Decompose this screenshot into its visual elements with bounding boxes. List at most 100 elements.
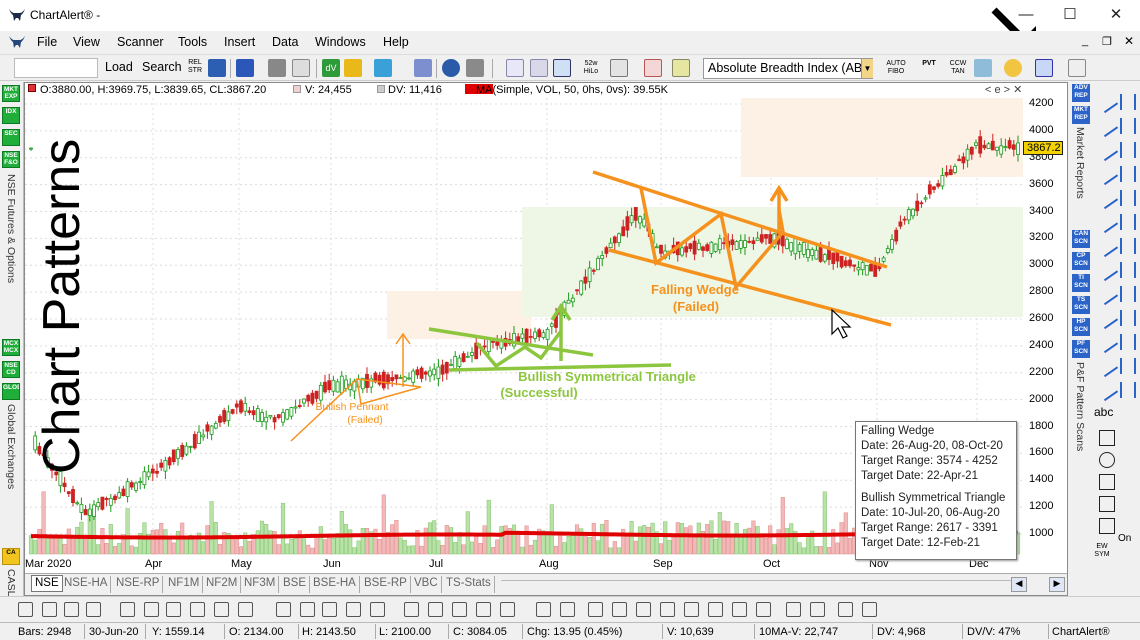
menu-windows[interactable]: Windows xyxy=(315,35,366,49)
dv-icon[interactable]: dV xyxy=(322,59,340,77)
bottom-tool-icon[interactable] xyxy=(166,602,181,617)
bottom-tool-icon[interactable] xyxy=(322,602,337,617)
bottom-tool-icon[interactable] xyxy=(120,602,135,617)
menu-scanner[interactable]: Scanner xyxy=(117,35,164,49)
ca-button[interactable]: CA xyxy=(2,548,20,565)
tab-nse[interactable]: NSE xyxy=(31,575,63,592)
menu-view[interactable]: View xyxy=(73,35,100,49)
shape-tool-icon[interactable] xyxy=(1099,430,1115,446)
tab-nse-ha[interactable]: NSE-HA xyxy=(61,576,112,593)
shape-tool-icon[interactable] xyxy=(1099,518,1115,534)
diamond-icon[interactable] xyxy=(344,59,362,77)
ccw-tan-button[interactable]: CCW TAN xyxy=(948,60,968,76)
pf-scan-button[interactable]: PF SCN xyxy=(1072,340,1090,358)
menu-file[interactable]: File xyxy=(37,35,57,49)
relative-strength-button[interactable]: REL STR xyxy=(186,59,204,75)
chevron-down-icon[interactable]: ▼ xyxy=(861,59,873,78)
globe-icon[interactable] xyxy=(442,59,460,77)
bottom-tool-icon[interactable] xyxy=(144,602,159,617)
bottom-tool-icon[interactable] xyxy=(756,602,771,617)
tab-bse-ha[interactable]: BSE-HA xyxy=(310,576,360,593)
bottom-tool-icon[interactable] xyxy=(238,602,253,617)
channel-tool-icon[interactable] xyxy=(1120,142,1136,158)
close-button[interactable]: ✕ xyxy=(1104,5,1128,25)
bottom-tool-icon[interactable] xyxy=(428,602,443,617)
screen-icon[interactable] xyxy=(466,59,484,77)
tab-ts-stats[interactable]: TS-Stats xyxy=(443,576,495,593)
bottom-tool-icon[interactable] xyxy=(452,602,467,617)
tab-vbc[interactable]: VBC xyxy=(411,576,442,593)
pivot-button[interactable]: PVT xyxy=(918,60,940,68)
ma-icon[interactable] xyxy=(644,59,662,77)
bars-icon[interactable] xyxy=(530,59,548,77)
indicator-select[interactable]: Absolute Breadth Index (AB xyxy=(703,58,873,79)
print-preview-icon[interactable] xyxy=(292,59,310,77)
tab-bse-rp[interactable]: BSE-RP xyxy=(361,576,411,593)
bottom-tool-icon[interactable] xyxy=(732,602,747,617)
tab-nse-rp[interactable]: NSE-RP xyxy=(113,576,164,593)
channel-tool-icon[interactable] xyxy=(1120,334,1136,350)
tab-nf2m[interactable]: NF2M xyxy=(203,576,242,593)
tab-nf3m[interactable]: NF3M xyxy=(241,576,280,593)
maximize-button[interactable]: ☐ xyxy=(1058,5,1082,25)
bottom-tool-icon[interactable] xyxy=(190,602,205,617)
channel-tool-icon[interactable] xyxy=(1120,310,1136,326)
ew-sym-button[interactable]: EW SYM xyxy=(1094,543,1110,559)
tab-bse[interactable]: BSE xyxy=(280,576,311,593)
indicator-icon[interactable] xyxy=(506,59,524,77)
mdi-close-button[interactable]: ✕ xyxy=(1124,34,1134,48)
channel-tool-icon[interactable] xyxy=(1120,358,1136,374)
channel-tool-icon[interactable] xyxy=(1120,262,1136,278)
channel-tool-icon[interactable] xyxy=(1120,286,1136,302)
ti-scan-button[interactable]: TI SCN xyxy=(1072,274,1090,292)
shape-tool-icon[interactable] xyxy=(1099,474,1115,490)
scroll-right-button[interactable]: ▶ xyxy=(1049,577,1065,592)
ts-scan-button[interactable]: TS SCN xyxy=(1072,296,1090,314)
search-button[interactable]: Search xyxy=(142,60,182,74)
nse-cd-button[interactable]: NSE CD xyxy=(2,361,20,378)
bottom-tool-icon[interactable] xyxy=(786,602,801,617)
bottom-tool-icon[interactable] xyxy=(300,602,315,617)
shape-icon[interactable] xyxy=(1068,59,1086,77)
star-icon[interactable] xyxy=(1004,59,1022,77)
shape-tool-icon[interactable] xyxy=(1099,496,1115,512)
chart-window-controls[interactable]: < e > ✕ xyxy=(985,83,1022,96)
bottom-tool-icon[interactable] xyxy=(684,602,699,617)
pattern-icon[interactable] xyxy=(1035,59,1053,77)
bottom-tool-icon[interactable] xyxy=(276,602,291,617)
bottom-tool-icon[interactable] xyxy=(18,602,33,617)
text-tool-button[interactable]: abc xyxy=(1094,405,1113,419)
advanced-report-button[interactable]: ADV REP xyxy=(1072,84,1090,102)
bottom-tool-icon[interactable] xyxy=(588,602,603,617)
grid-icon[interactable] xyxy=(610,59,628,77)
bottom-tool-icon[interactable] xyxy=(476,602,491,617)
volume-icon[interactable] xyxy=(553,59,571,77)
auto-fibo-button[interactable]: AUTO FIBO xyxy=(886,60,906,76)
bottom-tool-icon[interactable] xyxy=(810,602,825,617)
my-icon[interactable] xyxy=(374,59,392,77)
symbol-input[interactable] xyxy=(14,58,98,78)
chart-link-icon[interactable] xyxy=(208,59,226,77)
bottom-tool-icon[interactable] xyxy=(536,602,551,617)
bottom-tool-icon[interactable] xyxy=(500,602,515,617)
menu-tools[interactable]: Tools xyxy=(178,35,207,49)
bottom-tool-icon[interactable] xyxy=(42,602,57,617)
shape-tool-icon[interactable] xyxy=(1099,452,1115,468)
lines-icon[interactable] xyxy=(974,59,992,77)
bottom-tool-icon[interactable] xyxy=(370,602,385,617)
scatter-icon[interactable] xyxy=(414,59,432,77)
bottom-tool-icon[interactable] xyxy=(64,602,79,617)
print-icon[interactable] xyxy=(268,59,286,77)
channel-tool-icon[interactable] xyxy=(1120,214,1136,230)
channel-tool-icon[interactable] xyxy=(1120,94,1136,110)
menu-data[interactable]: Data xyxy=(272,35,298,49)
bottom-tool-icon[interactable] xyxy=(214,602,229,617)
bottom-tool-icon[interactable] xyxy=(86,602,101,617)
bottom-tool-icon[interactable] xyxy=(838,602,853,617)
load-button[interactable]: Load xyxy=(105,60,133,74)
bottom-tool-icon[interactable] xyxy=(346,602,361,617)
hp-scan-button[interactable]: HP SCN xyxy=(1072,318,1090,336)
channel-tool-icon[interactable] xyxy=(1120,118,1136,134)
save-icon[interactable] xyxy=(236,59,254,77)
menu-insert[interactable]: Insert xyxy=(224,35,255,49)
